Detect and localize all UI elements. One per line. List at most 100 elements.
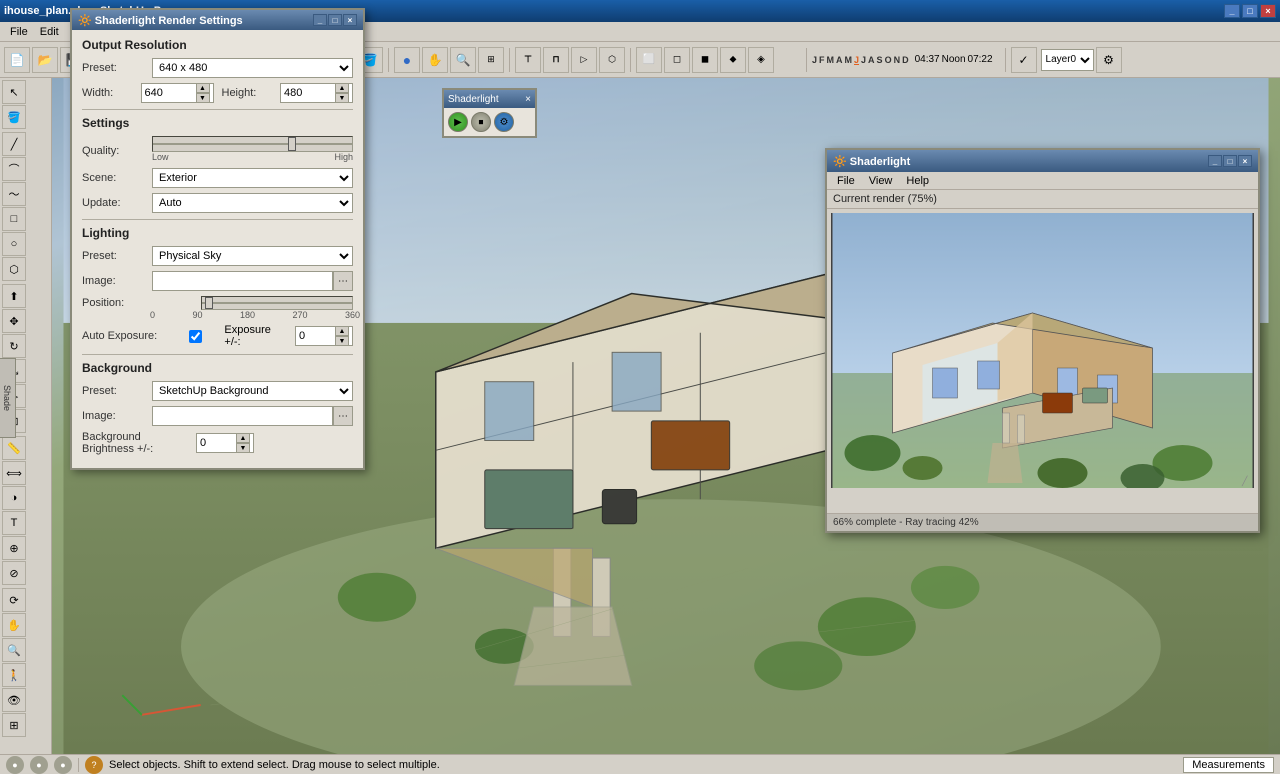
width-spin-up[interactable]: ▲ [196, 83, 210, 93]
width-label: Width: [82, 87, 141, 99]
text-tool[interactable]: T [2, 511, 26, 535]
axes-tool[interactable]: ⊕ [2, 536, 26, 560]
minimize-button[interactable]: _ [1224, 4, 1240, 18]
open-button[interactable]: 📂 [32, 47, 58, 73]
layer-settings-button[interactable]: ⚙ [1096, 47, 1122, 73]
width-spin-down[interactable]: ▼ [196, 93, 210, 103]
width-input[interactable]: 640 [145, 87, 195, 99]
zoom-button[interactable]: 🔍 [450, 47, 476, 73]
rect-tool[interactable]: □ [2, 207, 26, 231]
lighting-browse-button[interactable]: ⋯ [333, 271, 353, 291]
orbit-tool[interactable]: ⟳ [2, 588, 26, 612]
brightness-input[interactable] [200, 437, 235, 449]
background-image-input[interactable] [152, 406, 333, 426]
hidden-line-button[interactable]: ◻ [664, 47, 690, 73]
layer-select[interactable]: Layer0 [1041, 49, 1094, 71]
result-menu-help[interactable]: Help [900, 174, 935, 188]
preset-select[interactable]: 640 x 480 [152, 58, 353, 78]
result-menu-file[interactable]: File [831, 174, 861, 188]
layer-check-button[interactable]: ✓ [1011, 47, 1037, 73]
render-panel-titlebar[interactable]: 🔆 Shaderlight Render Settings _ □ × [72, 10, 363, 30]
protractor-tool[interactable]: ◑ [2, 486, 26, 510]
texture-button[interactable]: ⬥ [720, 47, 746, 73]
result-restore-button[interactable]: □ [1223, 155, 1237, 167]
height-spin-up[interactable]: ▲ [335, 83, 349, 93]
status-icon-3[interactable]: ● [54, 756, 72, 774]
render-settings-button[interactable]: ⚙ [494, 112, 514, 132]
noon-label: Noon [942, 54, 966, 65]
panel-restore-button[interactable]: □ [328, 14, 342, 26]
arc-tool[interactable]: ⌒ [2, 157, 26, 181]
month-A: A [836, 55, 843, 65]
result-menu-view[interactable]: View [863, 174, 899, 188]
exposure-input[interactable] [299, 330, 334, 342]
result-minimize-button[interactable]: _ [1208, 155, 1222, 167]
look-around-tool[interactable]: 👁 [2, 688, 26, 712]
push-pull-tool[interactable]: ⬆ [2, 284, 26, 308]
freehand-tool[interactable]: 〜 [2, 182, 26, 206]
status-icon-1[interactable]: ● [6, 756, 24, 774]
position-slider[interactable] [201, 296, 353, 310]
section-tool[interactable]: ⊘ [2, 561, 26, 585]
zoom-tool[interactable]: 🔍 [2, 638, 26, 662]
auto-exposure-checkbox[interactable] [189, 330, 202, 343]
menu-edit[interactable]: Edit [34, 24, 65, 40]
select-tool[interactable]: ↖ [2, 80, 26, 104]
window-controls[interactable]: _ □ × [1224, 4, 1276, 18]
exposure-spin-down[interactable]: ▼ [335, 336, 349, 346]
background-preset-select[interactable]: SketchUp Background [152, 381, 353, 401]
line-tool[interactable]: ╱ [2, 132, 26, 156]
panel-close-button[interactable]: × [343, 14, 357, 26]
paint-tool[interactable]: 🪣 [2, 105, 26, 129]
month-M2: M [845, 55, 853, 65]
zoom-window-tool[interactable]: ⊞ [2, 713, 26, 737]
tape-tool[interactable]: 📏 [2, 436, 26, 460]
render-play-button[interactable]: ▶ [448, 112, 468, 132]
result-titlebar[interactable]: 🔆 Shaderlight _ □ × [827, 150, 1258, 172]
restore-button[interactable]: □ [1242, 4, 1258, 18]
update-select[interactable]: Auto [152, 193, 353, 213]
result-image-area: ╱ [831, 213, 1254, 488]
height-spin-down[interactable]: ▼ [335, 93, 349, 103]
resize-handle[interactable]: ╱ [1242, 476, 1254, 488]
zoom-extent-button[interactable]: ⊞ [478, 47, 504, 73]
exposure-spin-up[interactable]: ▲ [335, 326, 349, 336]
close-button[interactable]: × [1260, 4, 1276, 18]
lighting-image-input[interactable] [152, 271, 333, 291]
pan-tool[interactable]: ✋ [2, 613, 26, 637]
dimension-tool[interactable]: ⟺ [2, 461, 26, 485]
status-icon-2[interactable]: ● [30, 756, 48, 774]
shaded-button[interactable]: ◼ [692, 47, 718, 73]
shaderlight-tab[interactable]: Shade [0, 358, 16, 438]
brightness-spin-up[interactable]: ▲ [236, 433, 250, 443]
right-view-button[interactable]: ▷ [571, 47, 597, 73]
quality-high-label: High [334, 152, 353, 162]
new-button[interactable]: 📄 [4, 47, 30, 73]
pan-button[interactable]: ✋ [422, 47, 448, 73]
circle-tool[interactable]: ○ [2, 232, 26, 256]
lighting-image-row: Image: ⋯ [82, 271, 353, 291]
top-view-button[interactable]: ⊤ [515, 47, 541, 73]
brightness-spin-down[interactable]: ▼ [236, 443, 250, 453]
lighting-preset-select[interactable]: Physical Sky [152, 246, 353, 266]
orbit-button[interactable]: ● [394, 47, 420, 73]
wireframe-button[interactable]: ⬜ [636, 47, 662, 73]
polygon-tool[interactable]: ⬡ [2, 257, 26, 281]
quality-slider[interactable] [152, 136, 353, 152]
scene-select[interactable]: Exterior [152, 168, 353, 188]
panel-minimize-button[interactable]: _ [313, 14, 327, 26]
help-icon[interactable]: ? [85, 756, 103, 774]
background-browse-button[interactable]: ⋯ [333, 406, 353, 426]
rotate-tool[interactable]: ↻ [2, 334, 26, 358]
front-view-button[interactable]: ⊓ [543, 47, 569, 73]
move-tool[interactable]: ✥ [2, 309, 26, 333]
render-stop-button[interactable]: ⏹ [471, 112, 491, 132]
monochrome-button[interactable]: ◈ [748, 47, 774, 73]
height-input[interactable]: 480 [284, 87, 334, 99]
mini-close-button[interactable]: × [525, 94, 531, 105]
iso-view-button[interactable]: ⬡ [599, 47, 625, 73]
result-close-button[interactable]: × [1238, 155, 1252, 167]
mini-titlebar[interactable]: Shaderlight × [444, 90, 535, 108]
menu-file[interactable]: File [4, 24, 34, 40]
walk-tool[interactable]: 🚶 [2, 663, 26, 687]
